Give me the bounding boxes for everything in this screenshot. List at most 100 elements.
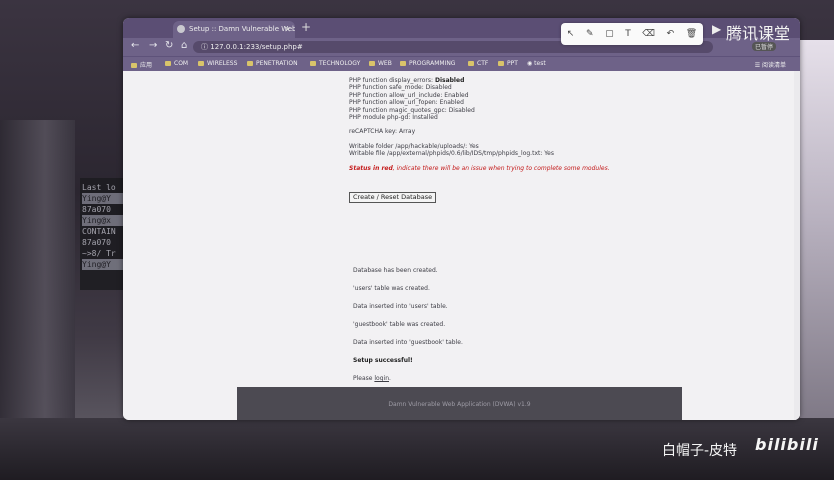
php-value: Disabled [448, 106, 475, 114]
new-tab-icon[interactable]: + [301, 20, 311, 34]
php-line: PHP function magic_quotes_gpc: Disabled [349, 107, 709, 114]
bookmark-web[interactable]: WEB [369, 60, 392, 67]
php-line: PHP function allow_url_include: Enabled [349, 92, 709, 99]
please-prefix: Please [353, 375, 375, 382]
back-icon[interactable]: ← [131, 40, 139, 51]
recaptcha-line: reCAPTCHA key: Array [349, 128, 416, 136]
bookmark-programming[interactable]: PROGRAMMING [400, 60, 455, 67]
message-users-table-created: 'users' table was created. [353, 285, 430, 292]
status-rest: , indicate there will be an issue when t… [392, 164, 610, 172]
author-signature: 白帽子-皮特 [662, 443, 738, 459]
terminal-line: Ying@x [82, 215, 128, 226]
terminal-line: ~>8/ Tr [82, 249, 116, 258]
bookmark-com[interactable]: COM [165, 60, 188, 67]
background-desktop-left [0, 120, 75, 420]
create-reset-database-button[interactable]: Create / Reset Database [349, 192, 437, 204]
folder-icon [247, 61, 253, 66]
bookmark-label: PENETRATION [256, 60, 298, 67]
php-value: Enabled [444, 91, 469, 99]
writable-folder-line: Writable folder /app/hackable/uploads/: … [349, 142, 479, 150]
terminal-line: Ying@Y [82, 193, 128, 204]
terminal-line: 87a070 [82, 238, 111, 247]
folder-icon [468, 61, 474, 66]
bookmark-ctf[interactable]: CTF [468, 60, 488, 67]
page-content: PHP function display_errors: Disabled PH… [123, 71, 800, 420]
setup-successful-text: Setup successful! [353, 357, 413, 364]
rectangle-icon[interactable]: ▢ [605, 29, 614, 39]
folder-icon [165, 61, 171, 66]
delete-icon[interactable]: 🗑 [686, 29, 697, 39]
php-line: PHP function display_errors: Disabled [349, 77, 709, 84]
scrollbar[interactable] [794, 71, 800, 420]
php-line: PHP function safe_mode: Disabled [349, 84, 709, 91]
reading-list-icon: ☰ [754, 62, 762, 69]
php-value: Enabled [439, 99, 464, 107]
bookmark-label: CTF [477, 60, 489, 67]
message-database-created: Database has been created. [353, 267, 438, 274]
bookmark-label: test [534, 60, 546, 67]
status-bold: Status in red [349, 164, 393, 172]
bookmark-test[interactable]: ◉ test [527, 60, 546, 67]
php-label: PHP function safe_mode: [349, 84, 424, 92]
reading-list-label: 阅读清单 [761, 62, 786, 69]
page-footer: Damn Vulnerable Web Application (DVWA) v… [237, 387, 682, 420]
terminal-line: CONTAIN [82, 227, 116, 236]
apps-icon [131, 63, 137, 68]
message-users-data-inserted: Data inserted into 'users' table. [353, 303, 448, 310]
pen-icon[interactable]: ✎ [586, 29, 594, 39]
folder-icon [198, 61, 204, 66]
text-icon[interactable]: T [625, 29, 631, 39]
folder-icon [369, 61, 375, 66]
browser-window: Setup :: Damn Vulnerable Web ✕ + ← → ↻ ⌂… [123, 18, 800, 420]
dvwa-favicon-icon [177, 25, 185, 33]
annotation-toolbar: ↖ ✎ ▢ T ⌫ ↶ 🗑 [561, 23, 703, 45]
terminal-line: Last lo [82, 183, 116, 192]
login-link[interactable]: login [374, 375, 389, 382]
bookmarks-bar: 应用 COM WIRELESS PENETRATION TECHNOLOGY W… [123, 56, 800, 71]
bookmark-label: TECHNOLOGY [319, 60, 361, 67]
bookmark-ppt[interactable]: PPT [498, 60, 518, 67]
terminal-line: Ying@Y [82, 259, 128, 270]
tab-title: Setup :: Damn Vulnerable Web [189, 25, 295, 33]
bookmark-apps[interactable]: 应用 [131, 60, 152, 69]
reload-icon[interactable]: ↻ [165, 40, 173, 51]
bookmark-label: WIRELESS [207, 60, 238, 67]
background-desktop-right [800, 40, 834, 480]
url-text: 127.0.0.1:233/setup.php# [210, 43, 303, 51]
php-line: PHP function allow_url_fopen: Enabled [349, 99, 709, 106]
brand-logo: 腾讯课堂 [726, 24, 791, 43]
message-guestbook-table-created: 'guestbook' table was created. [353, 321, 446, 328]
please-suffix: . [389, 375, 391, 382]
reading-list[interactable]: ☰ 阅读清单 [755, 60, 786, 69]
close-tab-icon[interactable]: ✕ [284, 21, 291, 38]
eraser-icon[interactable]: ⌫ [642, 29, 655, 39]
bookmark-label: WEB [378, 60, 392, 67]
status-note: Status in red, indicate there will be an… [349, 165, 709, 172]
home-icon[interactable]: ⌂ [181, 40, 187, 51]
bookmark-label: PROGRAMMING [409, 60, 456, 67]
php-label: PHP function allow_url_include: [349, 91, 443, 99]
folder-icon [498, 61, 504, 66]
forward-icon[interactable]: → [149, 40, 157, 51]
setup-check-section: PHP function display_errors: Disabled PH… [349, 77, 709, 206]
folder-icon [400, 61, 406, 66]
php-label: PHP function magic_quotes_gpc: [349, 106, 447, 114]
please-login-text: Please login. [353, 375, 391, 382]
php-label: PHP function allow_url_fopen: [349, 99, 438, 107]
php-label: PHP module php-gd: [349, 114, 411, 122]
bookmark-wireless[interactable]: WIRELESS [198, 60, 237, 67]
bookmark-penetration[interactable]: PENETRATION [247, 60, 298, 67]
folder-icon [310, 61, 316, 66]
undo-icon[interactable]: ↶ [667, 29, 675, 39]
bookmark-technology[interactable]: TECHNOLOGY [310, 60, 360, 67]
tab-setup[interactable]: Setup :: Damn Vulnerable Web ✕ [173, 21, 295, 38]
writable-file-line: Writable file /app/external/phpids/0.6/l… [349, 150, 554, 158]
php-line: PHP module php-gd: Installed [349, 114, 709, 121]
play-icon[interactable]: ▶ [712, 22, 721, 36]
pointer-icon[interactable]: ↖ [567, 29, 575, 39]
php-value: Disabled [434, 77, 465, 84]
php-value: Disabled [425, 84, 452, 92]
php-value: Installed [412, 114, 438, 122]
bookmark-label: PPT [507, 60, 518, 67]
info-icon: ⓘ [201, 43, 211, 51]
